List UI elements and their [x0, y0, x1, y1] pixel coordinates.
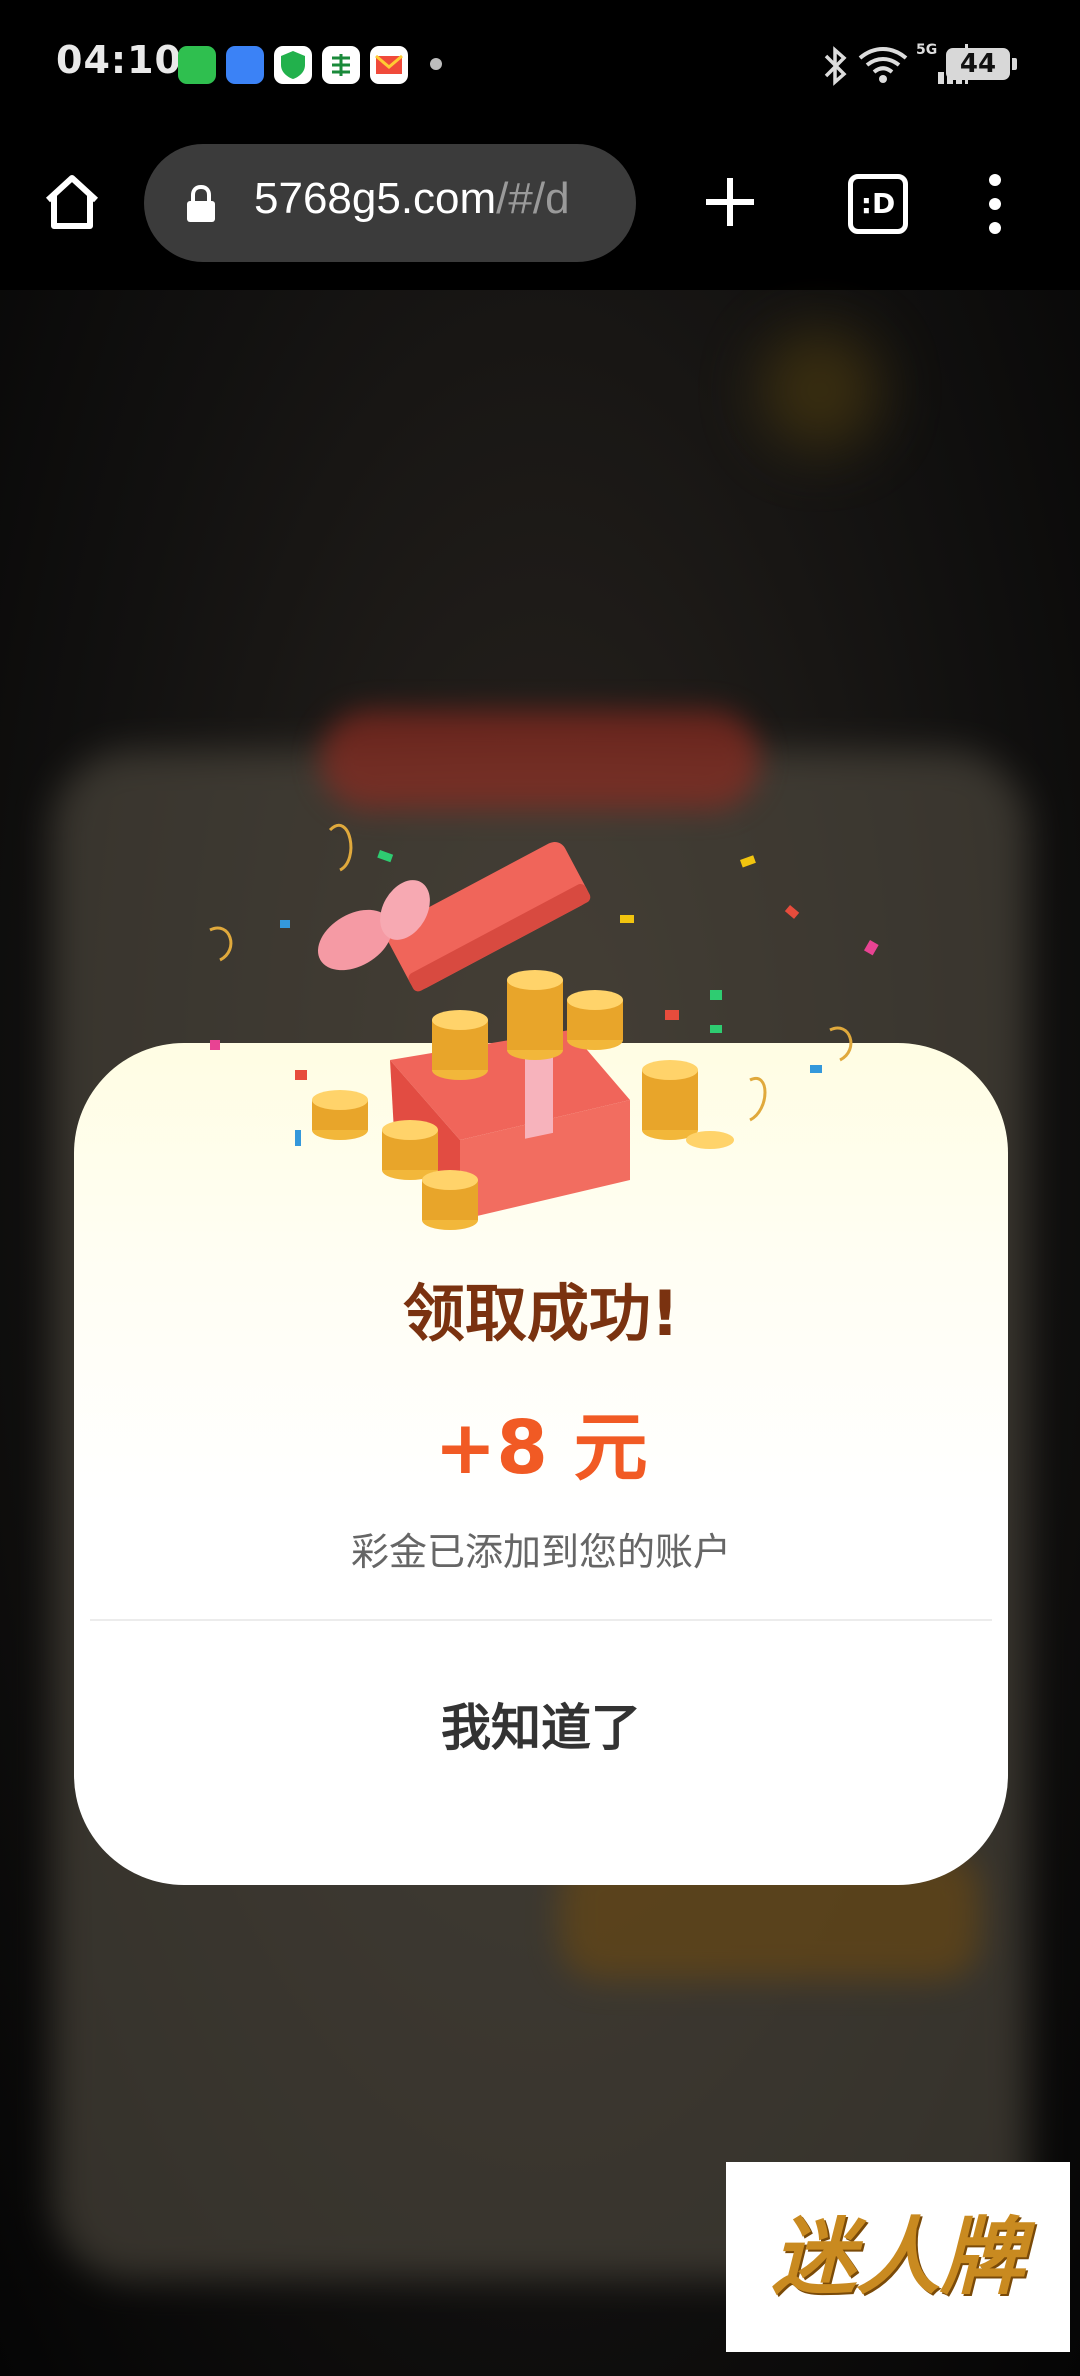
tab-switcher-button[interactable]: :D — [848, 174, 908, 234]
home-icon[interactable] — [40, 170, 104, 234]
weather-notification-icon — [226, 46, 264, 84]
bank-notification-icon — [322, 46, 360, 84]
dialog-title: 领取成功! — [402, 1277, 680, 1350]
more-menu-icon[interactable] — [980, 174, 1010, 234]
status-time: 04:10 — [56, 38, 182, 82]
address-bar[interactable]: 5768g5.com/#/d — [144, 144, 636, 262]
confirm-button[interactable]: 我知道了 — [74, 1643, 1008, 1813]
watermark-logo: 迷人牌 — [726, 2162, 1070, 2352]
gift-box-icon — [209, 823, 879, 1230]
lock-icon — [187, 184, 215, 222]
browser-toolbar: 5768g5.com/#/d :D — [0, 130, 1080, 290]
mail-notification-icon — [370, 46, 408, 84]
status-bar: 04:10 5G 44 — [0, 0, 1080, 130]
watermark-text: 迷人牌 — [771, 2208, 1024, 2306]
more-notifications-dot — [430, 58, 442, 70]
new-tab-icon[interactable] — [702, 174, 758, 230]
dialog-description: 彩金已添加到您的账户 — [350, 1530, 731, 1574]
background-glow — [760, 330, 880, 450]
bluetooth-icon — [824, 46, 847, 86]
reward-amount: +8 元 — [434, 1405, 648, 1491]
url-text[interactable]: 5768g5.com/#/d — [254, 174, 614, 224]
background-header-pill — [320, 710, 760, 810]
battery-indicator: 44 — [946, 48, 1017, 80]
dialog-divider — [90, 1619, 992, 1621]
security-notification-icon — [274, 46, 312, 84]
svg-text:5G: 5G — [916, 42, 937, 58]
wifi-icon — [858, 47, 908, 83]
messages-notification-icon — [178, 46, 216, 84]
